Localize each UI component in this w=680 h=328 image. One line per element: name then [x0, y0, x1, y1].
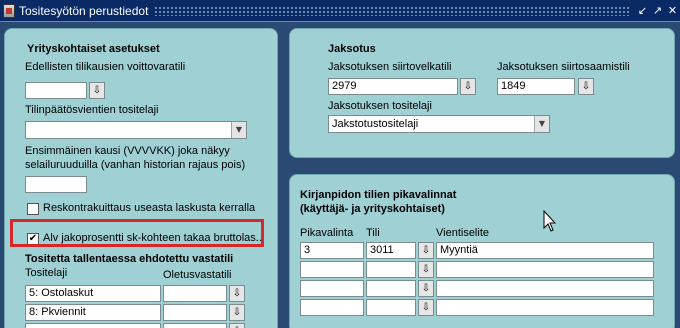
transfer-receivable-input[interactable]: 1849 — [497, 78, 575, 95]
pika-row-1[interactable]: 3 — [300, 242, 364, 259]
tili-picker-icon-row-3[interactable]: ⇩ — [418, 280, 434, 297]
jaksotus-doc-type-select[interactable]: Jakstotustositelaji ▼ — [328, 115, 550, 133]
doc-type-row-3[interactable] — [25, 323, 161, 328]
quick-select-heading-line1: Kirjanpidon tilien pikavalinnat — [300, 189, 457, 201]
company-settings-heading: Yrityskohtaiset asetukset — [27, 43, 160, 55]
transfer-debt-label: Jaksotuksen siirtovelkatili — [328, 61, 452, 73]
pika-row-2[interactable] — [300, 261, 364, 278]
mouse-cursor-icon — [543, 210, 557, 232]
account-picker-icon-row-2[interactable]: ⇩ — [229, 304, 245, 321]
col-vientiselite: Vientiselite — [436, 227, 489, 239]
app-icon — [3, 3, 15, 18]
title-bar-grip — [154, 5, 629, 16]
first-period-label-line2: selailuruuduilla (vanhan historian rajau… — [25, 159, 246, 171]
col-pikavalinta: Pikavalinta — [300, 227, 354, 239]
prev-account-label: Edellisten tilikausien voittovaratili — [25, 61, 186, 73]
tili-row-4[interactable] — [366, 299, 416, 316]
jaksotus-doc-type-label: Jaksotuksen tositelaji — [328, 100, 432, 112]
col-default-account: Oletusvastatili — [163, 269, 232, 281]
pika-row-3[interactable] — [300, 280, 364, 297]
reskontra-checkbox[interactable] — [27, 203, 39, 215]
highlight-box — [10, 219, 264, 247]
suggested-account-heading: Tositetta tallentaessa ehdotettu vastati… — [25, 253, 234, 265]
default-account-row-3[interactable] — [163, 323, 227, 328]
selite-row-4[interactable] — [436, 299, 654, 316]
quick-select-panel: Kirjanpidon tilien pikavalinnat (käyttäj… — [289, 174, 675, 328]
tili-row-3[interactable] — [366, 280, 416, 297]
closing-doc-type-label: Tilinpäätösvientien tositelaji — [25, 104, 159, 116]
transfer-debt-picker-icon[interactable]: ⇩ — [460, 78, 476, 95]
jaksotus-panel: Jaksotus Jaksotuksen siirtovelkatili 297… — [289, 28, 675, 158]
doc-type-row-1[interactable]: 5: Ostolaskut — [25, 285, 161, 302]
account-picker-icon-row-1[interactable]: ⇩ — [229, 285, 245, 302]
quick-select-heading-line2: (käyttäjä- ja yrityskohtaiset) — [300, 203, 445, 215]
transfer-receivable-label: Jaksotuksen siirtosaamistili — [497, 61, 630, 73]
tili-picker-icon-row-1[interactable]: ⇩ — [418, 242, 434, 259]
transfer-receivable-picker-icon[interactable]: ⇩ — [578, 78, 594, 95]
dropdown-arrow-icon[interactable]: ▼ — [231, 122, 246, 138]
window-title: Tositesyötön perustiedot — [19, 3, 149, 18]
reskontra-checkbox-label: Reskontrakuittaus useasta laskusta kerra… — [43, 202, 256, 214]
selite-row-1[interactable]: Myyntiä — [436, 242, 654, 259]
title-bar: Tositesyötön perustiedot ↙ ↗ ✕ — [0, 0, 680, 22]
default-account-row-2[interactable] — [163, 304, 227, 321]
col-doc-type: Tositelaji — [25, 267, 68, 279]
close-icon[interactable]: ✕ — [665, 3, 680, 18]
tili-picker-icon-row-2[interactable]: ⇩ — [418, 261, 434, 278]
jaksotus-heading: Jaksotus — [328, 43, 376, 55]
prev-account-input[interactable] — [25, 82, 87, 99]
window-content: Yrityskohtaiset asetukset Edellisten til… — [0, 22, 680, 328]
col-tili: Tili — [366, 227, 380, 239]
pika-row-4[interactable] — [300, 299, 364, 316]
first-period-input[interactable] — [25, 176, 87, 193]
maximize-icon[interactable]: ↗ — [650, 3, 665, 18]
prev-account-picker-icon[interactable]: ⇩ — [89, 82, 105, 99]
tili-row-2[interactable] — [366, 261, 416, 278]
doc-type-row-2[interactable]: 8: Pkviennit — [25, 304, 161, 321]
account-picker-icon-row-3[interactable]: ⇩ — [229, 323, 245, 328]
default-account-row-1[interactable] — [163, 285, 227, 302]
selite-row-3[interactable] — [436, 280, 654, 297]
selite-row-2[interactable] — [436, 261, 654, 278]
company-settings-panel: Yrityskohtaiset asetukset Edellisten til… — [4, 28, 278, 328]
first-period-label-line1: Ensimmäinen kausi (VVVVKK) joka näkyy — [25, 145, 230, 157]
restore-icon[interactable]: ↙ — [635, 3, 650, 18]
closing-doc-type-select[interactable]: ▼ — [25, 121, 247, 139]
jaksotus-doc-type-value: Jakstotustositelaji — [332, 118, 419, 130]
transfer-debt-input[interactable]: 2979 — [328, 78, 458, 95]
tili-row-1[interactable]: 3011 — [366, 242, 416, 259]
dropdown-arrow-icon[interactable]: ▼ — [534, 116, 549, 132]
tili-picker-icon-row-4[interactable]: ⇩ — [418, 299, 434, 316]
